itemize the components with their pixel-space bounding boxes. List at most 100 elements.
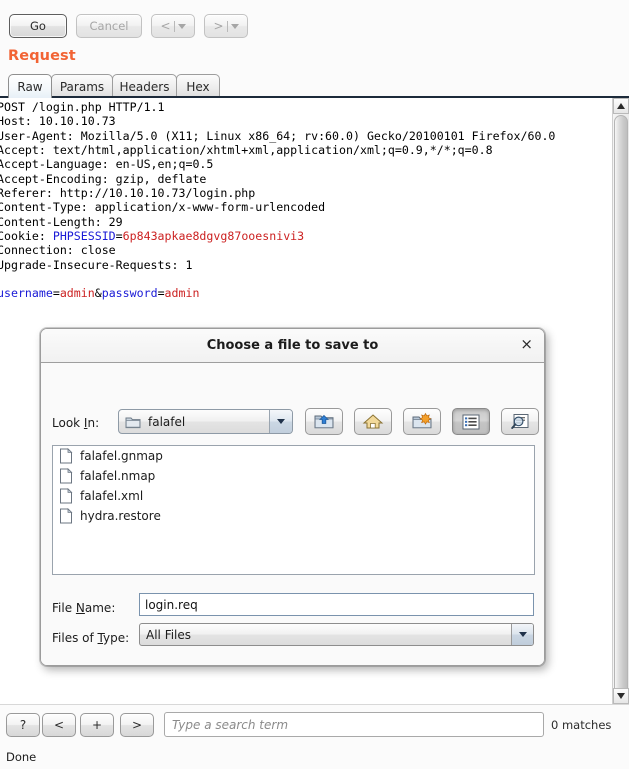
file-type-label: Files of Type:: [52, 631, 129, 645]
file-list-item[interactable]: hydra.restore: [53, 506, 534, 526]
match-count-label: 0 matches: [551, 718, 611, 732]
raw-request-line: username=admin&password=admin: [0, 286, 555, 300]
chevron-down-icon[interactable]: [511, 624, 533, 645]
tab-label: Headers: [120, 80, 170, 94]
file-type-label-pre: Files of: [52, 631, 98, 645]
new-folder-icon: [411, 412, 433, 431]
raw-request-line: [0, 272, 555, 286]
file-list-item[interactable]: falafel.gnmap: [53, 446, 534, 466]
chevron-down-icon: [231, 24, 239, 29]
triangle-down-icon: [617, 693, 625, 699]
up-folder-icon: [313, 412, 335, 431]
caret-glyph: [519, 632, 527, 637]
back-button-label: <: [160, 19, 170, 33]
cancel-button: Cancel: [76, 14, 142, 38]
back-button: <: [151, 14, 195, 38]
search-help-button[interactable]: ?: [6, 713, 40, 737]
file-icon: [59, 448, 73, 464]
file-icon: [59, 468, 73, 484]
raw-request-line: Accept-Encoding: gzip, deflate: [0, 172, 555, 186]
file-name-label-mnemonic: N: [76, 601, 85, 615]
tab-params[interactable]: Params: [51, 74, 113, 98]
search-input[interactable]: Type a search term: [164, 712, 544, 737]
file-icon: [59, 488, 73, 504]
file-name-text: falafel.nmap: [80, 469, 155, 483]
raw-request-line: Connection: close: [0, 243, 555, 257]
dialog-titlebar: Choose a file to save to ×: [41, 329, 544, 363]
navigation-toolbar: Go Cancel < >: [0, 12, 629, 42]
save-button[interactable]: Save: [439, 665, 503, 666]
search-next-button[interactable]: >: [120, 713, 154, 737]
raw-request-line: User-Agent: Mozilla/5.0 (X11; Linux x86_…: [0, 129, 555, 143]
raw-request-line: Host: 10.10.10.73: [0, 114, 555, 128]
caret-glyph: [277, 419, 285, 424]
raw-request-line: POST /login.php HTTP/1.1: [0, 100, 555, 114]
triangle-up-icon: [617, 103, 625, 109]
home-icon: [362, 412, 384, 431]
tab-label: Hex: [186, 80, 209, 94]
file-name-input[interactable]: login.req: [139, 593, 534, 616]
file-name-text: falafel.gnmap: [80, 449, 163, 463]
list-view-icon: [462, 414, 480, 430]
raw-request-line: Referer: http://10.10.10.73/login.php: [0, 186, 555, 200]
folder-icon: [125, 415, 141, 429]
file-icon: [59, 508, 73, 524]
look-in-combo[interactable]: falafel: [118, 409, 293, 434]
look-in-label-pre: Look: [52, 416, 84, 430]
look-in-label-post: n:: [87, 416, 99, 430]
forward-button: >: [204, 14, 248, 38]
chevron-down-icon: [178, 24, 186, 29]
scroll-down-icon[interactable]: [613, 688, 629, 704]
dialog-cancel-button[interactable]: Cancel: [508, 665, 545, 666]
file-name-label-pre: File: [52, 601, 76, 615]
search-previous-button[interactable]: <: [42, 713, 76, 737]
tab-raw[interactable]: Raw: [8, 74, 52, 98]
close-icon[interactable]: ×: [520, 336, 533, 353]
list-view-button[interactable]: [452, 408, 490, 435]
file-type-label-post: ype:: [103, 631, 129, 645]
scroll-up-icon[interactable]: [613, 98, 629, 114]
raw-request-line: Content-Type: application/x-www-form-url…: [0, 200, 555, 214]
file-name-label: File Name:: [52, 601, 115, 615]
raw-request-line: Accept-Language: en-US,en;q=0.5: [0, 157, 555, 171]
look-in-value: falafel: [148, 415, 185, 429]
dialog-title: Choose a file to save to: [207, 338, 379, 353]
file-name-text: falafel.xml: [80, 489, 143, 503]
up-folder-button[interactable]: [305, 408, 343, 435]
file-list[interactable]: falafel.gnmap falafel.nmap falafel.xml hydr…: [52, 445, 535, 575]
file-name-text: hydra.restore: [80, 509, 161, 523]
page-title: Request: [8, 48, 76, 64]
search-bar: ? < + > Type a search term 0 matches: [0, 704, 629, 747]
search-add-button[interactable]: +: [80, 713, 114, 737]
status-label: Done: [6, 750, 36, 764]
new-folder-button[interactable]: [403, 408, 441, 435]
file-list-item[interactable]: falafel.xml: [53, 486, 534, 506]
back-separator: [174, 21, 175, 32]
dialog-body: Look In: falafel: [41, 363, 544, 666]
forward-separator: [227, 21, 228, 32]
file-type-combo[interactable]: All Files: [139, 623, 534, 646]
file-type-value: All Files: [146, 628, 191, 642]
raw-request-line: Cookie: PHPSESSID=6p843apkae8dgvg87ooesn…: [0, 229, 555, 243]
raw-request-line: Accept: text/html,application/xhtml+xml,…: [0, 143, 555, 157]
proxy-window: Go Cancel < > Request Raw Params Headers He…: [0, 0, 629, 769]
raw-request-text: POST /login.php HTTP/1.1Host: 10.10.10.7…: [0, 100, 555, 301]
home-button[interactable]: [354, 408, 392, 435]
save-file-dialog: Choose a file to save to × Look In: fala…: [40, 328, 545, 666]
details-view-icon: [510, 413, 530, 430]
raw-request-line: Content-Length: 29: [0, 215, 555, 229]
tab-label: Raw: [17, 80, 42, 94]
tab-headers[interactable]: Headers: [112, 74, 177, 98]
tab-hex[interactable]: Hex: [176, 74, 220, 98]
file-name-label-post: ame:: [85, 601, 115, 615]
look-in-label: Look In:: [52, 416, 99, 430]
forward-button-label: >: [213, 19, 223, 33]
scrollbar-thumb[interactable]: [614, 115, 628, 699]
go-button[interactable]: Go: [9, 14, 67, 38]
file-list-item[interactable]: falafel.nmap: [53, 466, 534, 486]
chevron-down-icon[interactable]: [269, 410, 292, 433]
request-tabs: Raw Params Headers Hex: [0, 72, 629, 98]
vertical-scrollbar[interactable]: [612, 98, 629, 704]
tab-label: Params: [60, 80, 104, 94]
details-view-button[interactable]: [501, 408, 539, 435]
